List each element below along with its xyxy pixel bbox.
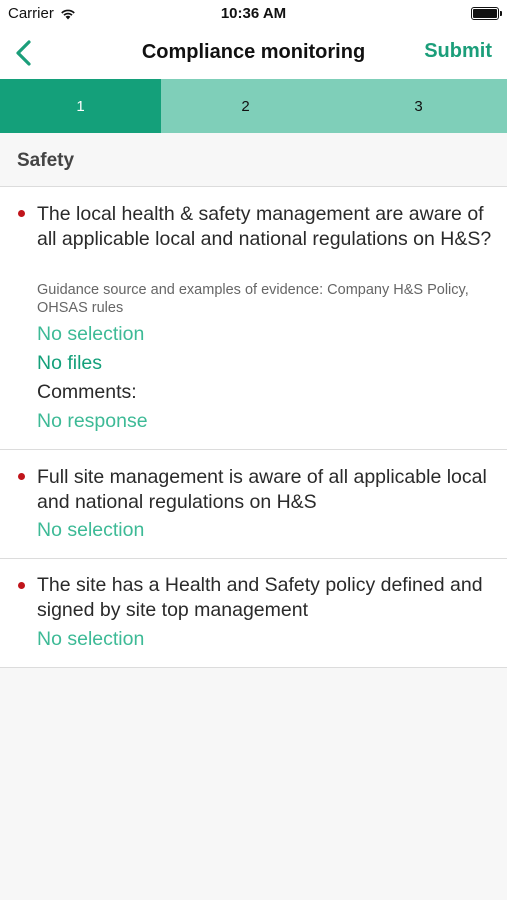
question-cell[interactable]: The local health & safety management are… bbox=[0, 187, 507, 450]
required-dot-icon bbox=[18, 582, 25, 589]
required-dot-icon bbox=[18, 210, 25, 217]
question-cell[interactable]: The site has a Health and Safety policy … bbox=[0, 559, 507, 668]
selection-field[interactable]: No selection bbox=[37, 322, 144, 347]
battery-icon bbox=[471, 7, 502, 20]
back-button[interactable] bbox=[10, 38, 40, 68]
comments-label: Comments: bbox=[37, 381, 137, 403]
step-tab-3[interactable]: 3 bbox=[330, 79, 507, 133]
step-tab-1[interactable]: 1 bbox=[0, 79, 161, 133]
question-text: Full site management is aware of all app… bbox=[37, 466, 487, 513]
selection-field[interactable]: No selection bbox=[37, 518, 144, 543]
submit-button[interactable]: Submit bbox=[424, 40, 492, 63]
step-tab-2[interactable]: 2 bbox=[161, 79, 330, 133]
required-dot-icon bbox=[18, 473, 25, 480]
status-bar: Carrier 10:36 AM bbox=[0, 0, 507, 28]
question-guidance: Guidance source and examples of evidence… bbox=[37, 282, 469, 316]
step-indicator: 1 2 3 bbox=[0, 79, 507, 133]
question-text: The local health & safety management are… bbox=[37, 203, 492, 250]
status-time: 10:36 AM bbox=[220, 5, 287, 22]
navigation-bar: Compliance monitoring Submit bbox=[0, 28, 507, 79]
comments-field[interactable]: No response bbox=[37, 409, 148, 434]
selection-field[interactable]: No selection bbox=[37, 627, 144, 652]
question-cell[interactable]: Full site management is aware of all app… bbox=[0, 450, 507, 559]
files-field[interactable]: No files bbox=[37, 351, 102, 376]
question-text: The site has a Health and Safety policy … bbox=[37, 574, 483, 621]
chevron-left-icon bbox=[16, 40, 31, 66]
section-header: Safety bbox=[0, 133, 507, 187]
section-title: Safety bbox=[17, 150, 75, 171]
